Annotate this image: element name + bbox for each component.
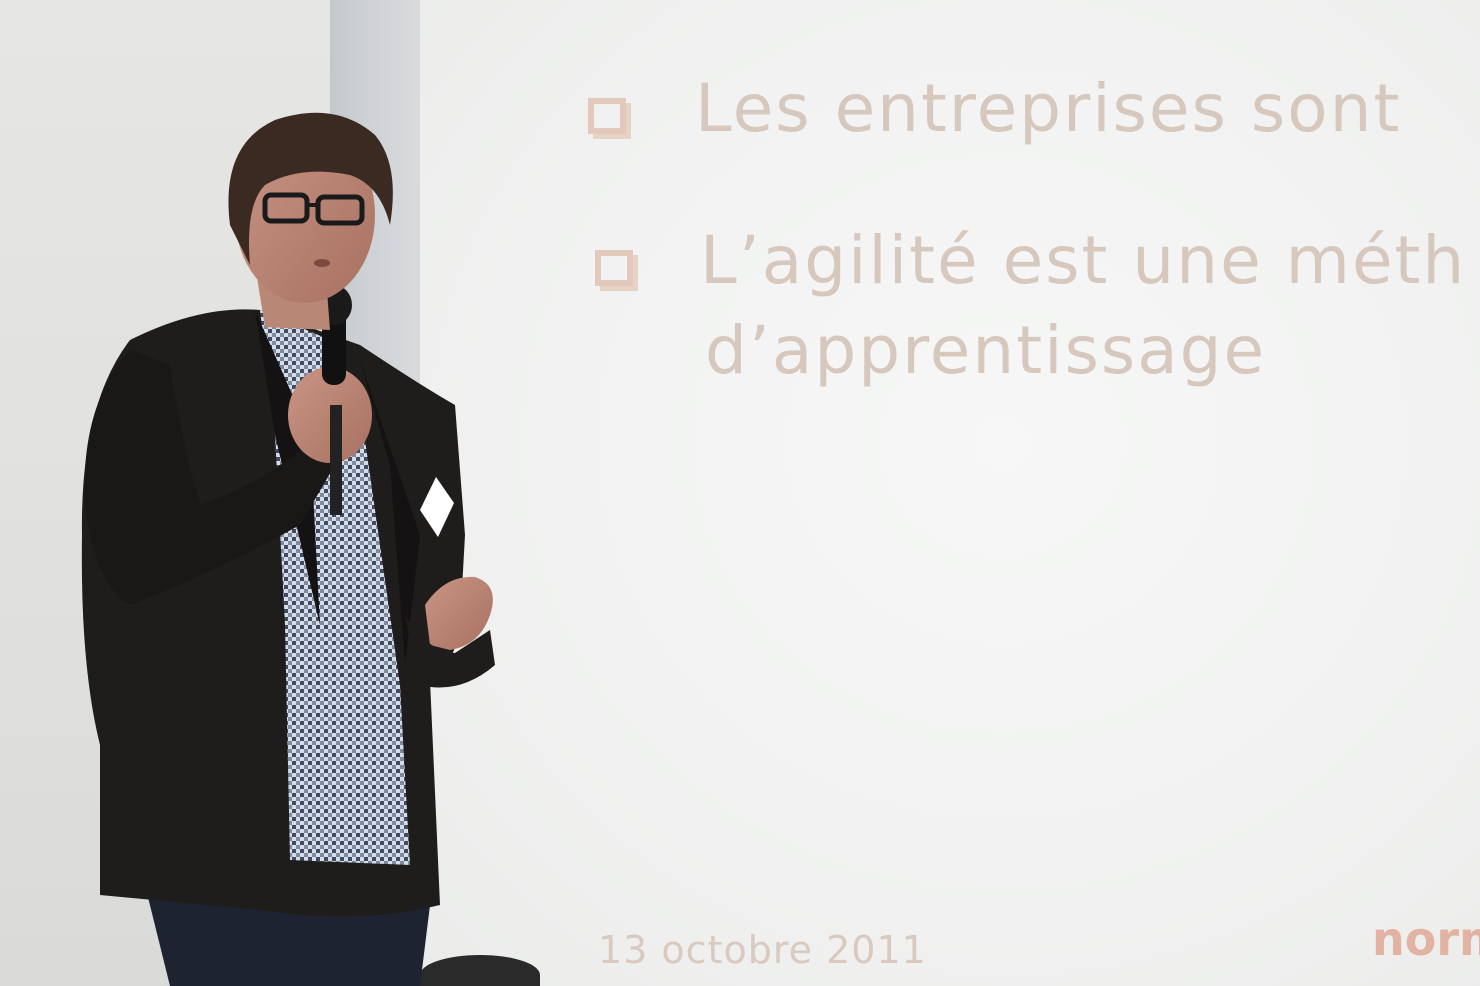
presenter: [60, 105, 520, 986]
presenter-figure: [81, 112, 495, 986]
projection-screen: [420, 0, 1480, 986]
checkbox-square-icon: [588, 98, 626, 134]
slide-bullet-1: Les entreprises sont: [695, 70, 1402, 147]
slide-bullet-2-continuation: d’apprentissage: [705, 312, 1267, 389]
slide-bullet-2: L’agilité est une méth: [700, 222, 1467, 299]
slide-date: 13 octobre 2011: [598, 928, 927, 972]
slide-logo-fragment: norm: [1372, 912, 1480, 966]
slide-top-cutoff-text: [800, 0, 823, 47]
checkbox-square-icon: [595, 250, 633, 286]
photo-scene: Les entreprises sont L’agilité est une m…: [0, 0, 1480, 986]
